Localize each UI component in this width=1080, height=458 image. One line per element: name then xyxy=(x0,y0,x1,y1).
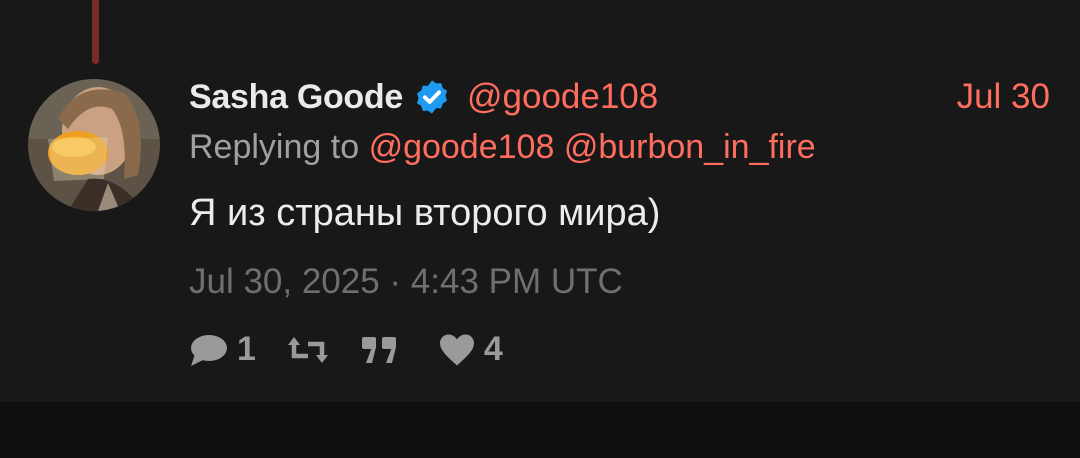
thread-line xyxy=(92,0,99,64)
retweet-stat[interactable] xyxy=(286,334,338,366)
tweet-header: Sasha Goode @goode108 Jul 30 xyxy=(189,74,1050,120)
bottom-area xyxy=(0,402,1080,458)
mention-link[interactable]: @goode108 xyxy=(369,128,555,166)
mention-link[interactable]: @burbon_in_fire xyxy=(564,128,816,166)
tweet-date[interactable]: Jul 30 xyxy=(957,77,1050,117)
retweet-icon xyxy=(286,334,330,366)
reply-count: 1 xyxy=(237,330,256,368)
tweet[interactable]: Sasha Goode @goode108 Jul 30 Replying to… xyxy=(0,0,1080,402)
author-name[interactable]: Sasha Goode xyxy=(189,78,403,117)
replying-prefix: Replying to xyxy=(189,128,360,166)
quote-stat[interactable] xyxy=(360,333,408,367)
like-stat[interactable]: 4 xyxy=(438,330,503,369)
tweet-content: Я из страны второго мира) xyxy=(189,192,661,234)
comment-icon xyxy=(189,332,229,368)
quote-icon xyxy=(360,333,400,367)
heart-icon xyxy=(438,333,476,367)
verified-badge-icon xyxy=(413,78,451,116)
tweet-timestamp[interactable]: Jul 30, 2025 · 4:43 PM UTC xyxy=(189,262,623,302)
tweet-stats: 1 4 xyxy=(189,330,503,369)
author-handle[interactable]: @goode108 xyxy=(467,77,658,117)
like-count: 4 xyxy=(483,330,503,368)
reply-stat[interactable]: 1 xyxy=(189,330,256,369)
replying-to: Replying to @goode108 @burbon_in_fire xyxy=(189,128,816,167)
avatar[interactable] xyxy=(28,79,160,211)
